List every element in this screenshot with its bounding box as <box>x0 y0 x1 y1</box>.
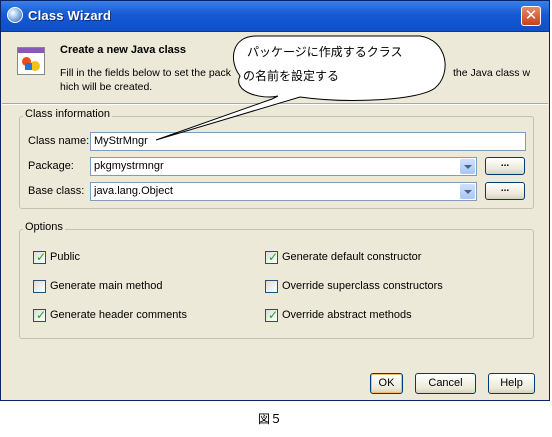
chevron-down-icon[interactable] <box>460 159 475 174</box>
header-description-line1-end: the Java class w <box>453 67 531 79</box>
checkbox-label: Public <box>50 251 80 263</box>
base-class-browse-button[interactable]: ... <box>485 182 525 200</box>
checkbox-label: Override superclass constructors <box>282 280 443 292</box>
checkmark-icon: ✓ <box>36 250 47 264</box>
header-title: Create a new Java class <box>60 44 186 56</box>
checkbox-label: Generate main method <box>50 280 163 292</box>
class-name-input[interactable]: MyStrMngr <box>90 132 526 151</box>
java-class-wizard-icon <box>17 47 45 75</box>
checkmark-icon: ✓ <box>36 308 47 322</box>
package-label: Package: <box>28 160 74 172</box>
close-button[interactable]: ✕ <box>521 6 541 26</box>
package-value: pkgmystrmngr <box>94 160 164 172</box>
help-button[interactable]: Help <box>488 373 535 394</box>
header-description-line2: hich will be created. <box>60 81 153 93</box>
checkmark-icon: ✓ <box>268 308 279 322</box>
callout-text-line2: の名前を設定する <box>243 69 340 83</box>
title-bar[interactable]: Class Wizard ✕ <box>1 1 549 32</box>
header-separator <box>2 103 548 105</box>
package-browse-button[interactable]: ... <box>485 157 525 175</box>
checkbox-label: Override abstract methods <box>282 309 412 321</box>
cancel-button[interactable]: Cancel <box>415 373 476 394</box>
ok-button[interactable]: OK <box>370 373 403 394</box>
checkmark-icon: ✓ <box>268 250 279 264</box>
class-wizard-window: Class Wizard ✕ Create a new Java class F… <box>0 0 550 401</box>
base-class-value: java.lang.Object <box>94 185 173 197</box>
app-icon <box>7 7 23 23</box>
close-icon: ✕ <box>524 7 538 24</box>
options-label: Options <box>23 221 65 233</box>
chevron-down-icon[interactable] <box>460 184 475 199</box>
base-class-label: Base class: <box>28 185 85 197</box>
class-information-label: Class information <box>23 108 112 120</box>
header-description-line1: Fill in the fields below to set the pack <box>60 67 232 79</box>
callout-text-line1: パッケージに作成するクラス <box>247 45 403 59</box>
package-combo[interactable]: pkgmystrmngr <box>90 157 477 176</box>
figure-caption: 図５ <box>258 412 283 426</box>
window-title: Class Wizard <box>28 8 112 23</box>
checkbox-label: Generate header comments <box>50 309 187 321</box>
checkbox-label: Generate default constructor <box>282 251 422 263</box>
class-name-label: Class name: <box>28 135 90 147</box>
base-class-combo[interactable]: java.lang.Object <box>90 182 477 201</box>
